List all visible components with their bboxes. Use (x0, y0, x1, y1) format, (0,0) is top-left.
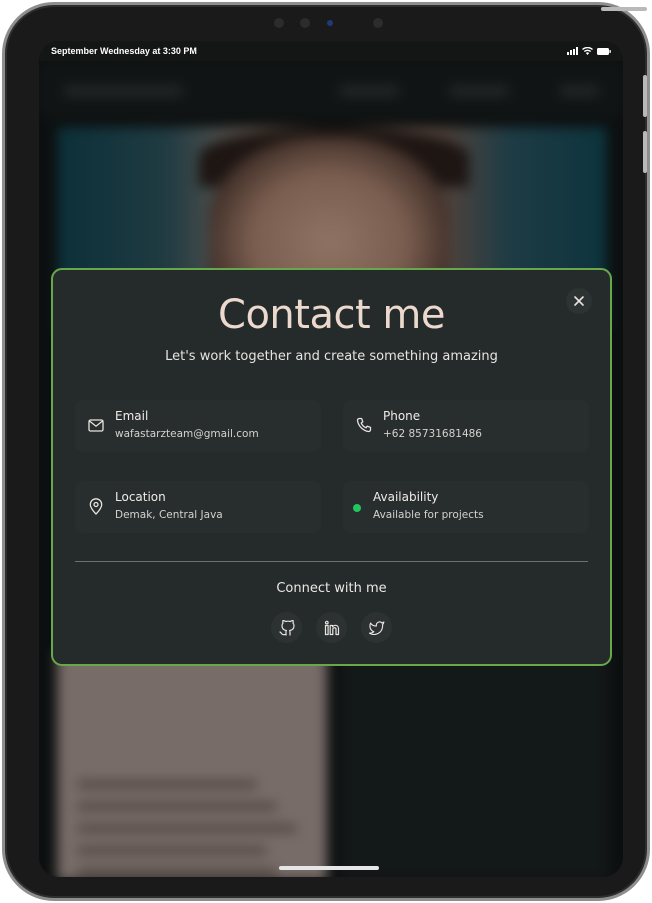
battery-icon (597, 47, 611, 55)
email-card[interactable]: Email wafastarzteam@gmail.com (75, 400, 321, 452)
availability-value: Available for projects (373, 509, 484, 521)
status-time: September Wednesday at 3:30 PM (51, 46, 197, 56)
github-icon (278, 619, 295, 636)
location-value: Demak, Central Java (115, 509, 223, 521)
volume-down-button (643, 131, 647, 173)
contact-modal: Contact me Let's work together and creat… (51, 268, 612, 666)
wifi-icon (582, 47, 593, 55)
sensor-dot (373, 18, 383, 28)
location-label: Location (115, 490, 166, 504)
location-card[interactable]: Location Demak, Central Java (75, 481, 321, 533)
camera-bar (271, 16, 391, 30)
availability-label: Availability (373, 490, 439, 504)
twitter-icon (368, 620, 384, 635)
home-indicator[interactable] (279, 866, 379, 870)
mail-icon (87, 416, 105, 434)
github-button[interactable] (271, 612, 302, 643)
email-value: wafastarzteam@gmail.com (115, 428, 259, 440)
power-button (601, 7, 647, 11)
linkedin-icon (324, 620, 339, 635)
camera-lens (327, 20, 333, 26)
social-links (53, 612, 610, 643)
status-bar: September Wednesday at 3:30 PM (39, 41, 623, 61)
phone-card[interactable]: Phone +62 85731681486 (343, 400, 589, 452)
phone-label: Phone (383, 409, 421, 423)
status-icons (567, 47, 611, 55)
availability-status-dot (353, 504, 361, 512)
twitter-button[interactable] (361, 612, 392, 643)
availability-card: Availability Available for projects (343, 481, 589, 533)
divider (75, 561, 588, 562)
sensor-dot (300, 18, 310, 28)
map-pin-icon (87, 497, 105, 515)
linkedin-button[interactable] (316, 612, 347, 643)
modal-subtitle: Let's work together and create something… (165, 349, 498, 364)
signal-icon (567, 47, 578, 55)
connect-label: Connect with me (276, 581, 387, 596)
sensor-dot (274, 18, 284, 28)
tablet-frame: September Wednesday at 3:30 PM Contact m… (2, 2, 650, 901)
phone-icon (355, 416, 373, 434)
volume-up-button (643, 75, 647, 117)
screen: September Wednesday at 3:30 PM Contact m… (39, 41, 623, 877)
phone-value: +62 85731681486 (383, 428, 482, 440)
modal-title: Contact me (218, 292, 445, 338)
email-label: Email (115, 409, 149, 423)
